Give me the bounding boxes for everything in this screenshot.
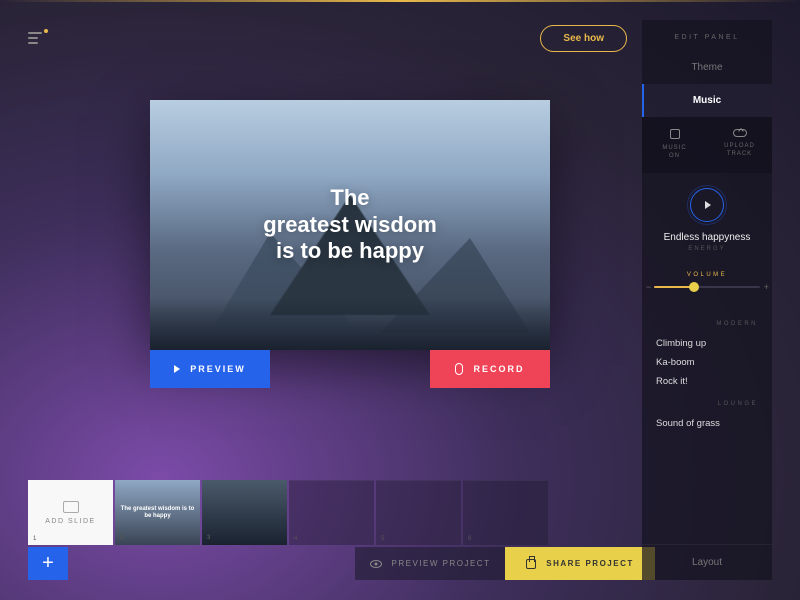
panel-tabs: Theme Music — [642, 51, 772, 117]
slide-number: 2 — [120, 535, 123, 542]
tab-layout[interactable]: Layout — [642, 544, 772, 580]
track-item[interactable]: Ka-boom — [656, 353, 758, 372]
music-on-label: MUSIC ON — [662, 144, 686, 161]
slide-empty-4[interactable]: 4 — [289, 480, 374, 545]
slide-frame-icon — [63, 501, 79, 513]
upload-track-label: UPLOAD TRACK — [724, 142, 755, 159]
upload-track-button[interactable]: UPLOAD TRACK — [707, 129, 772, 161]
record-label: RECORD — [473, 364, 524, 374]
slide-empty-5[interactable]: 5 — [376, 480, 461, 545]
music-controls: MUSIC ON UPLOAD TRACK — [642, 117, 772, 173]
preview-button[interactable]: PREVIEW — [150, 350, 270, 388]
menu-icon[interactable] — [28, 32, 46, 46]
mic-icon — [455, 363, 463, 375]
volume-slider[interactable]: − + — [654, 286, 760, 288]
preview-label: PREVIEW — [190, 364, 246, 374]
tab-music[interactable]: Music — [642, 84, 772, 117]
play-icon — [174, 365, 180, 373]
play-track-button[interactable] — [690, 188, 724, 222]
volume-label: VOLUME — [654, 272, 760, 278]
volume-plus-icon[interactable]: + — [764, 282, 769, 292]
volume-fill — [654, 286, 694, 288]
cloud-upload-icon — [733, 129, 747, 137]
slide-number: 1 — [33, 536, 38, 542]
music-on-toggle[interactable]: MUSIC ON — [642, 129, 707, 161]
track-item[interactable]: Climbing up — [656, 334, 758, 353]
see-how-button[interactable]: See how — [540, 25, 627, 52]
preview-project-button[interactable]: PREVIEW PROJECT — [355, 547, 505, 580]
top-accent-bar — [0, 0, 800, 2]
canvas-actions: PREVIEW RECORD — [150, 350, 550, 388]
slide-number: 3 — [207, 535, 210, 542]
tab-theme[interactable]: Theme — [642, 51, 772, 84]
spacer — [68, 547, 355, 580]
speaker-icon — [670, 129, 680, 139]
panel-title: EDIT PANEL — [642, 20, 772, 51]
volume-minus-icon[interactable]: − — [646, 282, 651, 292]
current-track-name: Endless happyness — [654, 232, 760, 243]
notification-dot-icon — [44, 29, 48, 33]
track-group-label: MODERN — [656, 321, 758, 327]
record-button[interactable]: RECORD — [430, 350, 550, 388]
track-group-label: LOUNGE — [656, 401, 758, 407]
track-player: Endless happyness ENERGY — [642, 173, 772, 267]
add-button[interactable]: + — [28, 547, 68, 580]
add-slide-label: ADD SLIDE — [45, 518, 95, 525]
play-icon — [705, 201, 711, 209]
slide-number: 4 — [294, 536, 297, 542]
eye-icon — [370, 560, 382, 568]
slide-empty-6[interactable]: 6 — [463, 480, 548, 545]
bottom-bar: + PREVIEW PROJECT SHARE PROJECT — [28, 547, 655, 580]
edit-panel: EDIT PANEL Theme Music MUSIC ON UPLOAD T… — [642, 20, 772, 580]
slide-thumb-text: The greatest wisdom is to be happy — [115, 506, 200, 519]
slide-headline: The greatest wisdom is to be happy — [263, 185, 437, 264]
track-item[interactable]: Sound of grass — [656, 414, 758, 433]
slide-thumb-3[interactable]: 3 — [202, 480, 287, 545]
slide-number: 6 — [468, 536, 471, 542]
timeline: ADD SLIDE 1 The greatest wisdom is to be… — [28, 480, 655, 545]
share-project-button[interactable]: SHARE PROJECT — [505, 547, 655, 580]
share-project-label: SHARE PROJECT — [546, 559, 634, 568]
volume-control: VOLUME − + — [642, 267, 772, 303]
share-icon — [526, 559, 536, 569]
add-slide-button[interactable]: ADD SLIDE 1 — [28, 480, 113, 545]
slide-thumb-2[interactable]: The greatest wisdom is to be happy 2 — [115, 480, 200, 545]
preview-project-label: PREVIEW PROJECT — [392, 559, 491, 568]
energy-label: ENERGY — [654, 246, 760, 252]
canvas-preview: The greatest wisdom is to be happy — [150, 100, 550, 350]
slide-number: 5 — [381, 536, 384, 542]
volume-thumb[interactable] — [689, 282, 699, 292]
track-list: MODERN Climbing up Ka-boom Rock it! LOUN… — [642, 303, 772, 544]
track-item[interactable]: Rock it! — [656, 372, 758, 391]
